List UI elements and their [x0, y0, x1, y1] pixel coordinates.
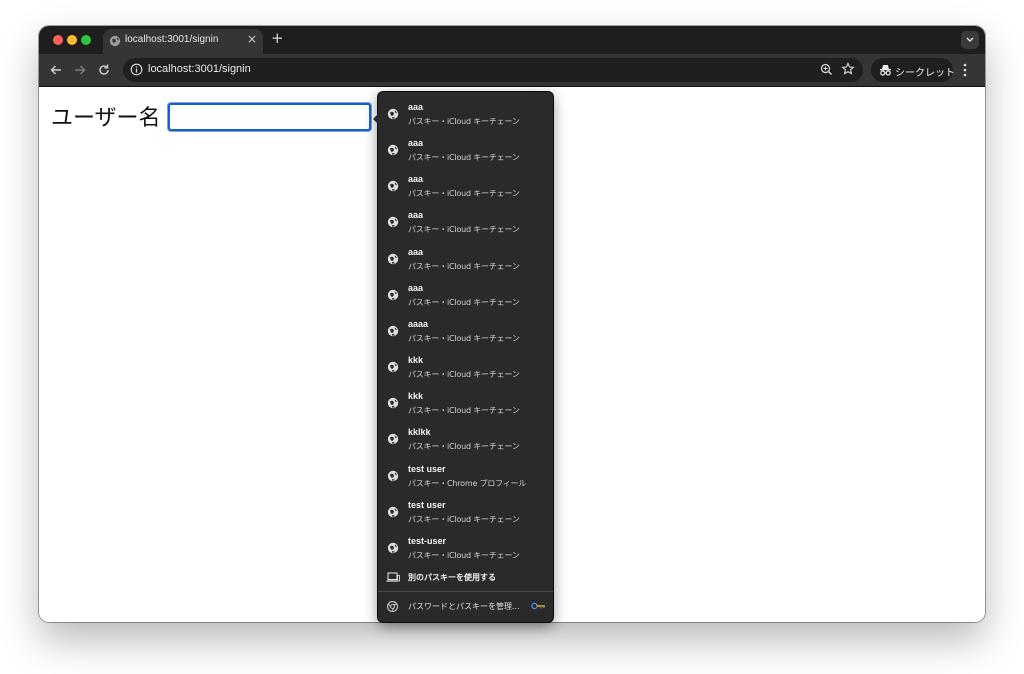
forward-button[interactable] [72, 62, 88, 78]
passkey-source: パスキー・iCloud キーチェーン [408, 297, 520, 307]
use-other-passkey-label: 別のパスキーを使用する [408, 573, 496, 582]
passkey-item[interactable]: aaa パスキー・iCloud キーチェーン [378, 167, 553, 203]
forward-arrow-icon [75, 65, 86, 75]
passkey-source: パスキー・iCloud キーチェーン [408, 370, 520, 380]
address-bar[interactable]: localhost:3001/signin [123, 58, 863, 82]
passkey-item[interactable]: aaa パスキー・iCloud キーチェーン [378, 276, 553, 312]
passkey-name: kkk [408, 391, 424, 402]
passkey-name: aaa [408, 102, 424, 112]
passkey-source: パスキー・iCloud キーチェーン [408, 514, 520, 524]
passkey-name: aaa [408, 138, 424, 149]
tab-search-button[interactable] [961, 31, 979, 49]
passkey-source: パスキー・iCloud キーチェーン [408, 153, 520, 163]
passkey-source: パスキー・iCloud キーチェーン [408, 442, 520, 452]
passkey-source: パスキー・iCloud キーチェーン [408, 333, 520, 343]
chrome-icon [387, 601, 398, 612]
passkey-name: aaa [408, 246, 424, 257]
passkey-source: パスキー・Chrome プロフィール [408, 478, 527, 488]
tab-title: localhost:3001/signin [125, 34, 219, 45]
back-button[interactable] [48, 62, 64, 78]
passkey-item[interactable]: test-user パスキー・iCloud キーチェーン [378, 529, 553, 565]
menu-kebab-icon[interactable] [963, 63, 967, 77]
reload-icon [99, 64, 109, 75]
new-tab-button[interactable]: + [271, 29, 284, 47]
globe-icon [387, 434, 399, 445]
tab-bar: localhost:3001/signin × + [39, 26, 985, 54]
back-arrow-icon [50, 65, 61, 75]
passkey-name: aaa [408, 282, 424, 293]
incognito-icon [880, 65, 891, 76]
passkey-name: kkk [408, 355, 424, 366]
manage-passwords-button[interactable]: パスワードとパスキーを管理... [378, 594, 553, 618]
zoom-icon[interactable] [820, 63, 833, 76]
passkey-item[interactable]: kkk パスキー・iCloud キーチェーン [378, 348, 553, 384]
globe-icon [387, 217, 399, 228]
passkey-item[interactable]: kklkk パスキー・iCloud キーチェーン [378, 420, 553, 456]
passkey-item[interactable]: aaa パスキー・iCloud キーチェーン [378, 95, 553, 131]
globe-icon [387, 253, 399, 264]
passkey-source: パスキー・iCloud キーチェーン [408, 550, 520, 560]
passkey-name: test-user [408, 535, 447, 546]
url-text: localhost:3001/signin [148, 63, 251, 75]
passkey-name: kklkk [408, 427, 431, 438]
chevron-down-icon [966, 37, 974, 43]
passkey-item[interactable]: aaa パスキー・iCloud キーチェーン [378, 203, 553, 239]
passkey-name: aaaa [408, 318, 429, 329]
globe-icon [387, 542, 399, 553]
incognito-label: シークレット [895, 68, 955, 79]
site-info-icon[interactable] [130, 63, 143, 76]
passkey-source: パスキー・iCloud キーチェーン [408, 189, 520, 199]
globe-icon [387, 144, 399, 156]
passkey-name: aaa [408, 210, 424, 221]
passkey-item[interactable]: aaa パスキー・iCloud キーチェーン [378, 240, 553, 276]
username-label: ユーザー名 [51, 106, 161, 131]
passkey-name: test user [408, 463, 446, 474]
globe-icon [387, 325, 399, 337]
passkey-name: test user [408, 499, 446, 510]
popup-divider [378, 591, 553, 592]
globe-icon [387, 289, 399, 300]
maximize-window-button[interactable] [81, 35, 91, 45]
incognito-button[interactable]: シークレット [871, 58, 955, 82]
passkey-item[interactable]: kkk パスキー・iCloud キーチェーン [378, 384, 553, 420]
globe-icon [387, 470, 399, 481]
passkey-item[interactable]: test user パスキー・Chrome プロフィール [378, 457, 553, 493]
passkey-source: パスキー・iCloud キーチェーン [408, 225, 520, 235]
tab-signin[interactable]: localhost:3001/signin × [103, 29, 263, 54]
minimize-window-button[interactable] [67, 35, 77, 45]
passkey-source: パスキー・iCloud キーチェーン [408, 406, 520, 416]
globe-icon [387, 506, 399, 517]
bookmark-star-icon[interactable] [841, 62, 855, 76]
tab-close-icon[interactable]: × [247, 32, 257, 46]
passkey-autofill-popup: aaa パスキー・iCloud キーチェーン aaa パスキー・iCloud キーチェ… [373, 92, 553, 622]
globe-icon [387, 108, 399, 120]
passkey-item[interactable]: test user パスキー・iCloud キーチェーン [378, 493, 553, 529]
globe-icon [387, 397, 399, 409]
globe-icon [109, 35, 121, 47]
passkey-name: aaa [408, 174, 424, 185]
passkey-item[interactable]: aaa パスキー・iCloud キーチェーン [378, 131, 553, 167]
reload-button[interactable] [96, 62, 112, 78]
globe-icon [387, 181, 399, 192]
key-icon [531, 602, 545, 610]
toolbar: localhost:3001/signin シークレット [39, 54, 985, 87]
use-other-passkey-button[interactable]: 別のパスキーを使用する [378, 568, 553, 588]
username-input[interactable] [168, 103, 371, 131]
passkey-source: パスキー・iCloud キーチェーン [408, 261, 520, 271]
manage-passwords-label: パスワードとパスキーを管理... [408, 602, 520, 611]
close-window-button[interactable] [53, 35, 63, 45]
devices-icon [386, 572, 400, 582]
passkey-item[interactable]: aaaa パスキー・iCloud キーチェーン [378, 312, 553, 348]
globe-icon [387, 361, 399, 373]
passkey-source: パスキー・iCloud キーチェーン [408, 117, 520, 126]
